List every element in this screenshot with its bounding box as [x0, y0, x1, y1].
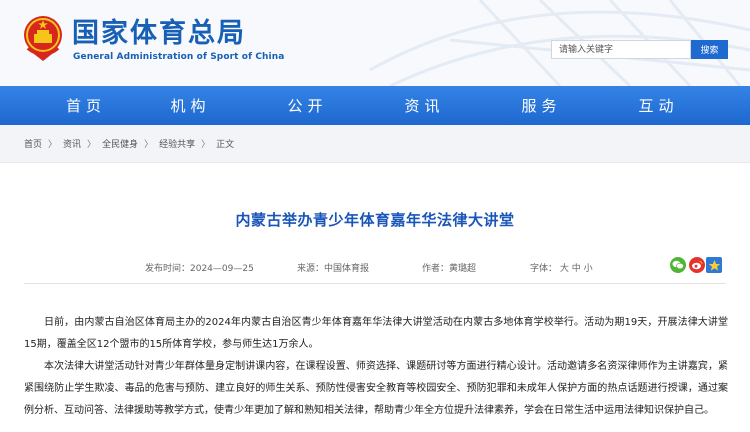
breadcrumb-current: 正文 — [216, 140, 235, 150]
nav-item-organization[interactable]: 机构 — [132, 86, 249, 125]
article-source: 来源：中国体育报 — [297, 264, 370, 274]
meta-divider — [24, 283, 726, 284]
nav-item-home[interactable]: 首页 — [40, 86, 132, 125]
article-author: 作者：黄璐超 — [422, 264, 477, 274]
site-subtitle: General Administration of Sport of China — [73, 52, 285, 62]
nav-item-services[interactable]: 服务 — [483, 86, 600, 125]
main-nav: 首页 机构 公开 资讯 服务 互动 — [0, 86, 750, 125]
wechat-icon — [672, 260, 684, 270]
nav-item-label: 公开 — [287, 97, 328, 115]
publish-date: 发布时间：2024—09—25 — [145, 264, 254, 274]
nav-item-label: 资讯 — [404, 97, 445, 115]
search-input[interactable] — [551, 40, 691, 59]
nav-item-label: 服务 — [521, 97, 562, 115]
font-size-large[interactable]: 大 — [560, 264, 569, 274]
wechat-share-button[interactable] — [670, 257, 686, 273]
nav-item-label: 机构 — [170, 97, 211, 115]
site-header: 国家体育总局 General Administration of Sport o… — [0, 0, 750, 86]
breadcrumb-separator: 〉 — [201, 140, 211, 150]
weibo-share-button[interactable] — [689, 257, 705, 273]
nav-item-news[interactable]: 资讯 — [366, 86, 483, 125]
breadcrumb-experience[interactable]: 经验共享 — [159, 137, 195, 150]
article-paragraph: 本次法律大讲堂活动针对青少年群体量身定制讲课内容，在课程设置、师资选择、课题研讨… — [24, 361, 728, 416]
qzone-share-button[interactable] — [706, 257, 722, 273]
breadcrumb-separator: 〉 — [87, 140, 97, 150]
weibo-icon — [692, 260, 703, 270]
font-size-label: 字体： — [530, 264, 558, 274]
site-title[interactable]: 国家体育总局 — [72, 19, 246, 49]
breadcrumb-home[interactable]: 首页 — [24, 137, 42, 150]
article-title: 内蒙古举办青少年体育嘉年华法律大讲堂 — [235, 211, 515, 229]
breadcrumb-fitness[interactable]: 全民健身 — [102, 137, 138, 150]
search-button[interactable]: 搜索 — [691, 40, 728, 59]
font-size-control: 字体： 大 中 小 — [530, 261, 593, 274]
nav-item-public[interactable]: 公开 — [249, 86, 366, 125]
nav-item-label: 首页 — [65, 97, 106, 115]
breadcrumb-news[interactable]: 资讯 — [63, 137, 81, 150]
national-emblem-icon — [24, 16, 62, 61]
font-size-small[interactable]: 小 — [584, 264, 593, 274]
font-size-medium[interactable]: 中 — [572, 264, 581, 274]
qzone-star-icon — [708, 259, 720, 271]
breadcrumb-separator: 〉 — [48, 140, 58, 150]
article-paragraph: 日前，由内蒙古自治区体育局主办的2024年内蒙古自治区青少年体育嘉年华法律大讲堂… — [24, 317, 728, 350]
breadcrumb-separator: 〉 — [144, 140, 154, 150]
nav-item-label: 互动 — [638, 97, 679, 115]
breadcrumb: 首页 〉 资讯 〉 全民健身 〉 经验共享 〉 正文 — [0, 125, 750, 163]
article-body: 日前，由内蒙古自治区体育局主办的2024年内蒙古自治区青少年体育嘉年华法律大讲堂… — [24, 312, 728, 422]
nav-item-interaction[interactable]: 互动 — [600, 86, 717, 125]
